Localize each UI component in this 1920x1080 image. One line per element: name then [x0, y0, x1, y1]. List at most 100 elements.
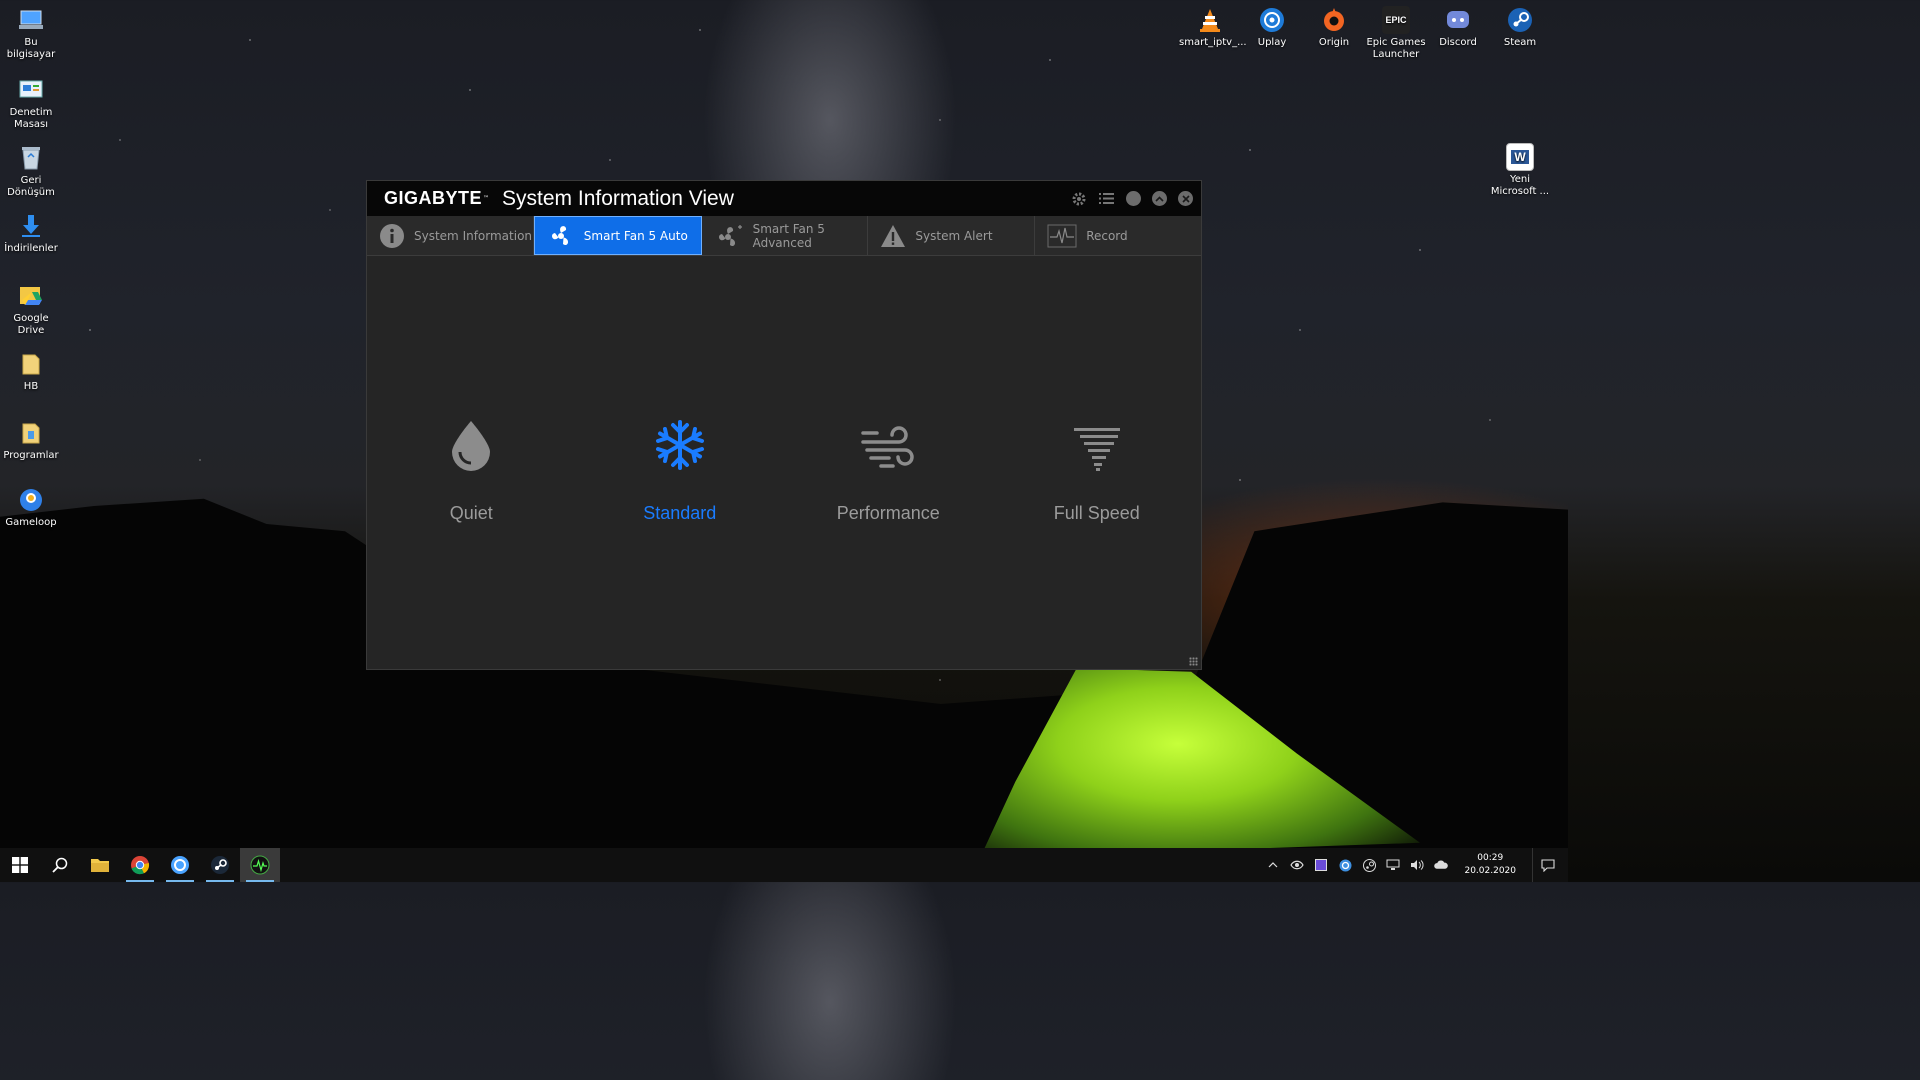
mode-performance[interactable]: Performance	[784, 417, 993, 524]
tab-smart-fan-5-advanced[interactable]: Smart Fan 5 Advanced	[702, 216, 869, 255]
tab-smart-fan-5-auto[interactable]: Smart Fan 5 Auto	[533, 216, 702, 255]
mode-label: Standard	[643, 503, 717, 523]
desktop-icon-label: Gameloop	[5, 517, 57, 528]
desktop-icon-label: smart_iptv_...	[1179, 37, 1247, 48]
chrome-icon	[131, 856, 150, 875]
tab-label: System Alert	[915, 228, 993, 243]
recycle-bin-icon	[17, 144, 45, 172]
desktop-icon-smart-iptv[interactable]: smart_iptv_...	[1179, 6, 1247, 49]
tab-label: Smart Fan 5 Advanced	[752, 221, 825, 250]
steam-icon	[1506, 6, 1534, 34]
desktop-icon-gameloop[interactable]: Gameloop	[0, 486, 62, 529]
desktop-icon-label: Geri Dönüşüm	[7, 175, 55, 198]
system-info-view-icon	[250, 855, 270, 875]
uplay-icon	[1258, 6, 1286, 34]
uplay-tray-icon[interactable]	[1338, 858, 1352, 872]
taskbar-file-explorer[interactable]	[80, 848, 120, 882]
close-button[interactable]	[1178, 191, 1193, 206]
list-icon[interactable]	[1098, 190, 1115, 207]
pulse-icon	[1047, 224, 1077, 247]
trademark-mark: ™	[483, 195, 490, 202]
desktop-icon-label: Steam	[1503, 37, 1537, 48]
fan-advanced-icon	[718, 224, 742, 246]
desktop-icon-label: Bu bilgisayar	[6, 37, 56, 60]
steam-tray-icon[interactable]	[1362, 858, 1376, 872]
settings-icon[interactable]	[1070, 190, 1087, 207]
desktop-icon-this-pc[interactable]: Bu bilgisayar	[0, 6, 62, 61]
desktop-icon-discord[interactable]: Discord	[1427, 6, 1489, 49]
tab-system-alert[interactable]: System Alert	[868, 216, 1036, 255]
fan-icon	[551, 225, 568, 245]
desktop-icon-label: Denetim Masası	[9, 107, 53, 130]
tab-label: System Information	[414, 228, 533, 243]
word-document-icon: W	[1506, 143, 1534, 171]
desktop-icon-uplay[interactable]: Uplay	[1241, 6, 1303, 49]
network-icon[interactable]	[1386, 858, 1400, 872]
taskbar-clock[interactable]: 00:29 20.02.2020	[1464, 852, 1516, 878]
mode-quiet[interactable]: Quiet	[367, 417, 576, 524]
taskbar: 00:29 20.02.2020	[0, 848, 1568, 882]
desktop-icon-label: Uplay	[1257, 37, 1287, 48]
chevron-up-icon[interactable]	[1266, 858, 1280, 872]
mode-standard[interactable]: Standard	[576, 417, 785, 524]
taskbar-uplay[interactable]	[160, 848, 200, 882]
desktop-icon-label: Discord	[1439, 37, 1477, 48]
mode-label: Performance	[836, 503, 940, 523]
desktop-icon-hb[interactable]: HB	[0, 350, 62, 393]
desktop-icon-downloads[interactable]: İndirilenler	[0, 212, 62, 255]
desktop-icon-recycle-bin[interactable]: Geri Dönüşüm	[0, 144, 62, 199]
window-title: System Information View	[502, 186, 734, 210]
gigabyte-logo: GIGABYTE	[384, 188, 483, 208]
maximize-button[interactable]	[1152, 191, 1167, 206]
chevron-up-icon	[1155, 195, 1164, 202]
taskbar-chrome[interactable]	[120, 848, 160, 882]
epic-games-icon: EPIC	[1382, 6, 1410, 34]
discord-icon	[1444, 6, 1472, 34]
minimize-button[interactable]	[1126, 191, 1141, 206]
info-icon	[380, 223, 404, 248]
control-panel-icon	[17, 76, 45, 104]
desktop-icon-origin[interactable]: Origin	[1303, 6, 1365, 49]
gameloop-icon	[17, 486, 45, 514]
system-information-view-window: GIGABYTE ™ System Information View System…	[366, 180, 1202, 670]
computer-icon	[17, 6, 45, 34]
fan-mode-selector: Quiet Standard Performance Full Speed	[367, 417, 1201, 524]
tab-record[interactable]: Record	[1035, 216, 1201, 255]
desktop-icon-control-panel[interactable]: Denetim Masası	[0, 76, 62, 131]
desktop-icon-steam[interactable]: Steam	[1489, 6, 1551, 49]
desktop-icon-epic-games[interactable]: EPIC Epic Games Launcher	[1365, 6, 1427, 61]
downloads-icon	[17, 212, 45, 240]
desktop-icon-programlar[interactable]: Programlar	[0, 419, 62, 462]
uplay-icon	[171, 856, 189, 874]
desktop-icon-google-drive[interactable]: Google Drive	[0, 282, 62, 337]
origin-icon	[1320, 6, 1348, 34]
tab-system-information[interactable]: System Information	[367, 216, 534, 255]
mode-label: Quiet	[449, 503, 493, 523]
tab-label: Smart Fan 5 Auto	[583, 228, 688, 243]
action-center-button[interactable]	[1532, 848, 1562, 882]
taskbar-system-information-view[interactable]	[240, 848, 280, 882]
desktop-icon-label: Epic Games Launcher	[1366, 37, 1426, 60]
start-button[interactable]	[0, 848, 40, 882]
nvidia-icon[interactable]	[1290, 858, 1305, 872]
desktop-icon-word-document[interactable]: W Yeni Microsoft ...	[1489, 143, 1551, 198]
system-tray: 00:29 20.02.2020	[1266, 848, 1568, 882]
volume-icon[interactable]	[1410, 858, 1424, 872]
cloud-icon[interactable]	[1434, 858, 1449, 872]
resize-grip[interactable]	[1189, 657, 1198, 666]
folder-icon	[17, 350, 45, 378]
app-tray-icon[interactable]	[1314, 858, 1328, 872]
taskbar-steam[interactable]	[200, 848, 240, 882]
title-bar[interactable]: GIGABYTE ™ System Information View	[367, 181, 1201, 216]
search-icon	[52, 857, 68, 873]
vlc-icon	[1196, 6, 1224, 34]
wind-icon	[861, 426, 914, 468]
desktop-icon-label: İndirilenler	[4, 243, 58, 254]
mode-full-speed[interactable]: Full Speed	[993, 417, 1202, 524]
google-drive-icon	[17, 282, 45, 310]
desktop-icon-label: HB	[23, 381, 39, 392]
taskbar-search-button[interactable]	[40, 848, 80, 882]
tab-bar: System Information Smart Fan 5 Auto Smar…	[367, 216, 1201, 256]
word-glyph: W	[1511, 150, 1529, 164]
window-controls	[1070, 190, 1201, 207]
